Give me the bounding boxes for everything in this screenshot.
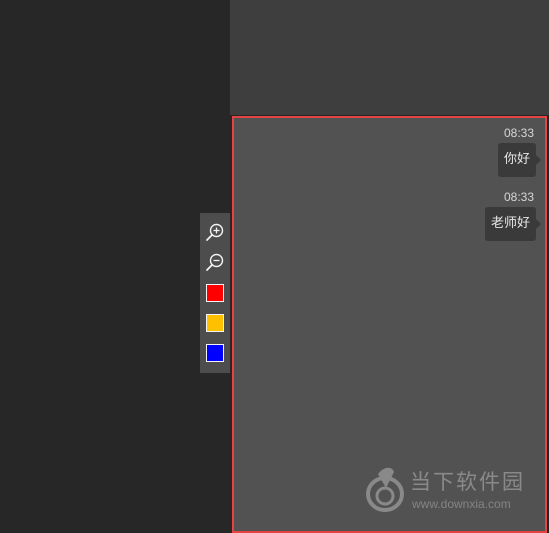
message-bubble: 老师好	[484, 207, 542, 241]
zoom-out-icon	[206, 253, 224, 271]
message-time: 08:33	[503, 190, 534, 204]
color-swatch-yellow[interactable]	[206, 314, 224, 332]
top-right-panel	[230, 0, 549, 115]
color-swatch-blue[interactable]	[206, 344, 224, 362]
watermark-brand: 当下软件园	[410, 470, 525, 494]
message-bubble: 你好	[497, 143, 542, 177]
zoom-out-button[interactable]	[205, 252, 225, 272]
watermark-url: www.downxia.com	[412, 497, 511, 511]
watermark-logo-icon	[366, 467, 404, 512]
drawing-toolbar	[200, 213, 230, 373]
zoom-in-icon	[206, 223, 224, 241]
message-time: 08:33	[503, 126, 534, 140]
zoom-in-button[interactable]	[205, 222, 225, 242]
chat-message: 08:33 你好	[497, 126, 542, 177]
watermark: 当下软件园 www.downxia.com	[360, 460, 540, 520]
color-swatch-red[interactable]	[206, 284, 224, 302]
video-area	[0, 0, 230, 533]
chat-message: 08:33 老师好	[484, 190, 542, 241]
app-window: 08:33 你好 08:33 老师好 当下软件园 www.downxia.com	[0, 0, 549, 533]
